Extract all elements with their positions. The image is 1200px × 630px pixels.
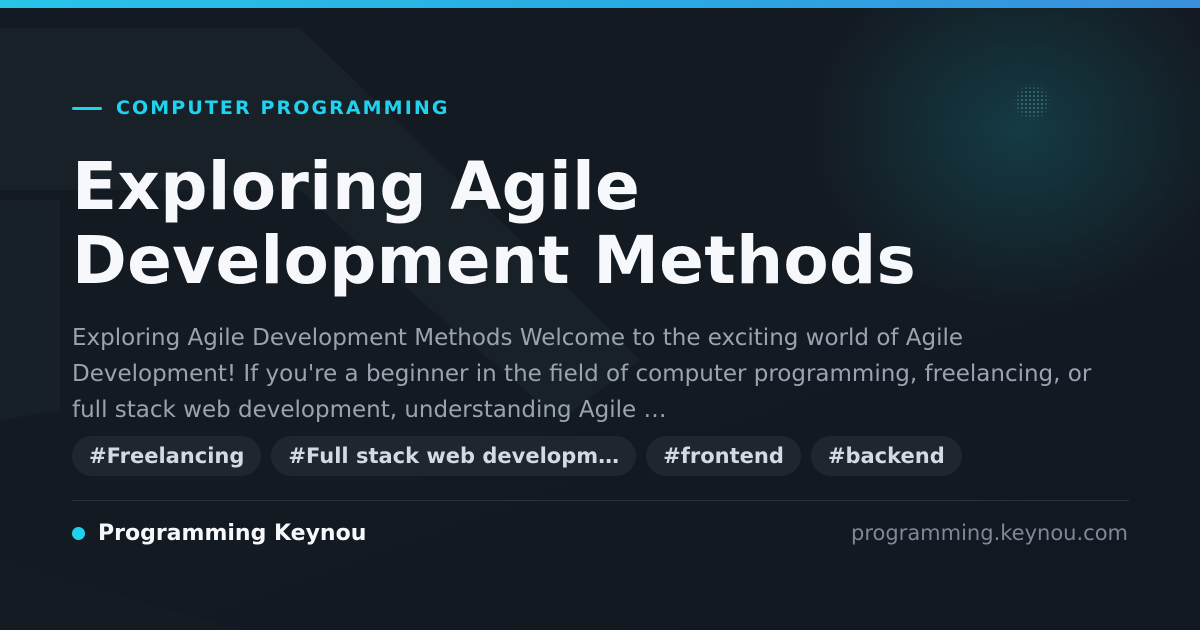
dot-pattern-decoration	[1012, 82, 1052, 122]
tag-list: #Freelancing #Full stack web developm… #…	[72, 436, 962, 476]
brand: Programming Keynou	[72, 518, 366, 548]
brand-name: Programming Keynou	[98, 520, 367, 546]
page-title: Exploring Agile Development Methods	[72, 150, 1132, 298]
tag-full-stack-web-development[interactable]: #Full stack web developm…	[271, 436, 637, 476]
status-dot-icon	[72, 526, 85, 540]
og-card: COMPUTER PROGRAMMING Exploring Agile Dev…	[0, 0, 1200, 630]
site-url[interactable]: programming.keynou.com	[851, 518, 1128, 548]
tag-frontend[interactable]: #frontend	[646, 436, 801, 476]
footer-divider	[72, 500, 1129, 501]
title-line-1: Exploring Agile	[72, 148, 641, 225]
title-line-2: Development Methods	[72, 222, 917, 299]
tag-backend[interactable]: #backend	[810, 436, 962, 476]
category-label: COMPUTER PROGRAMMING	[116, 97, 450, 119]
tag-freelancing[interactable]: #Freelancing	[72, 436, 262, 476]
article-summary: Exploring Agile Development Methods Welc…	[72, 325, 1092, 423]
accent-line-icon	[72, 106, 102, 110]
category-header: COMPUTER PROGRAMMING	[72, 96, 450, 120]
